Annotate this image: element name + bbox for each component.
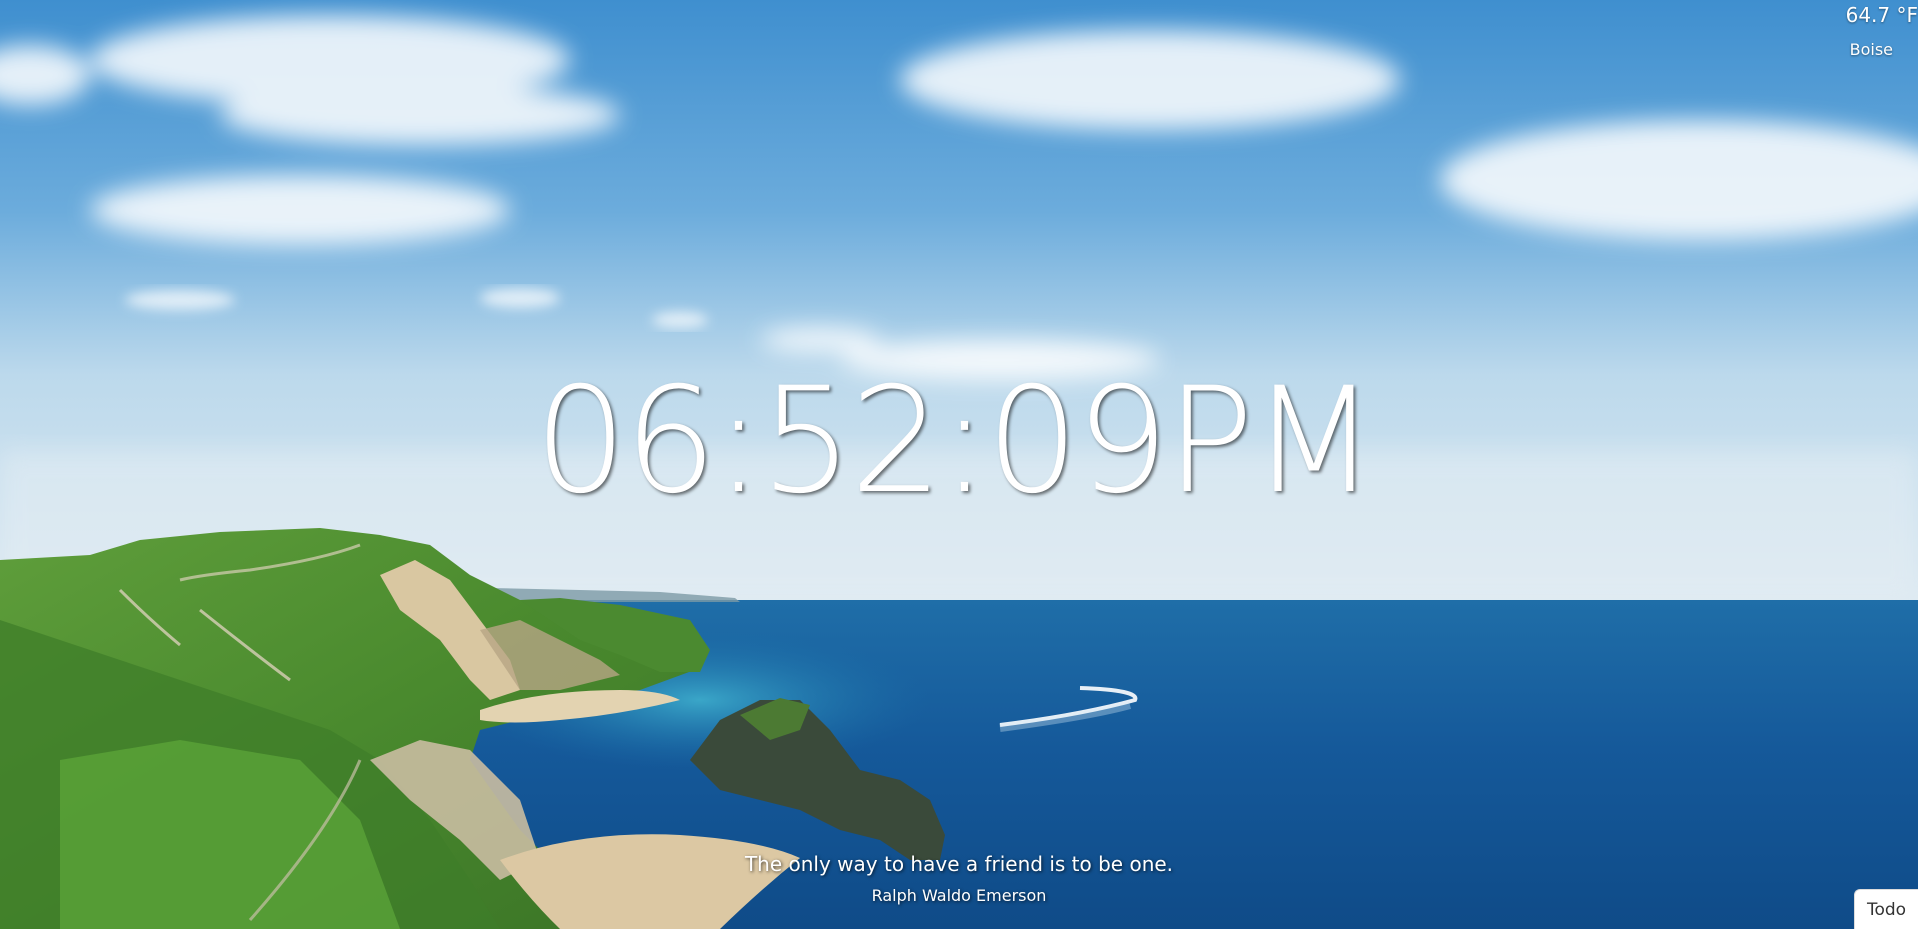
weather-city: Boise (1849, 40, 1893, 59)
quote-text: The only way to have a friend is to be o… (744, 852, 1174, 876)
weather-temperature: 64.7 °F (1845, 3, 1918, 27)
clock-time: 06:52:09PM (534, 356, 1377, 526)
new-tab-dashboard: 64.7 °F Boise 06:52:09PM The only way to… (0, 0, 1918, 929)
quote-author: Ralph Waldo Emerson (871, 886, 1047, 905)
todo-button[interactable]: Todo (1854, 889, 1918, 929)
weather-widget: 64.7 °F Boise (1846, 2, 1918, 60)
